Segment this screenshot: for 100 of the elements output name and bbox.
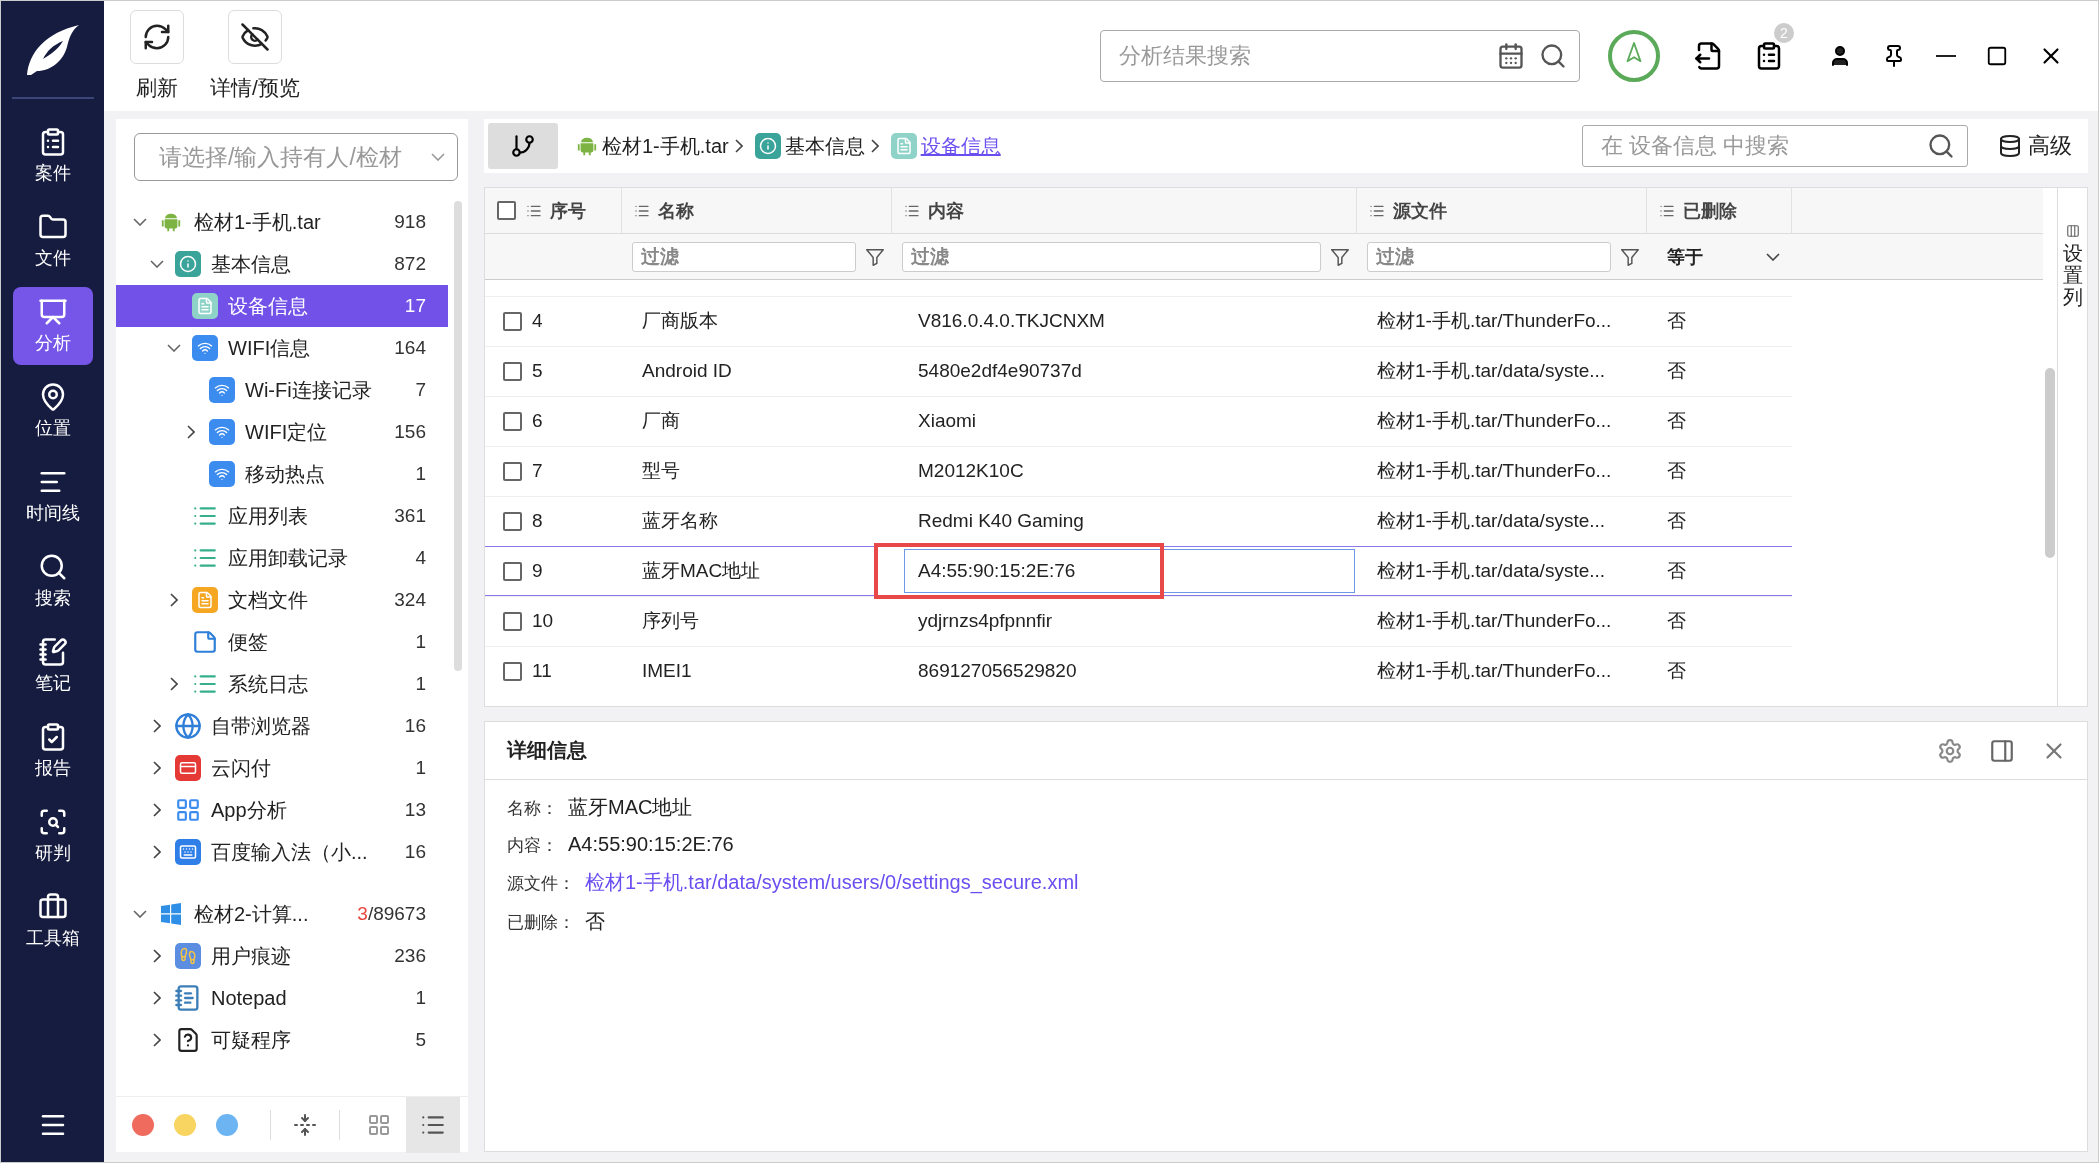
row-checkbox[interactable]: [503, 461, 522, 481]
tree-item[interactable]: WIFI定位 156: [116, 411, 448, 453]
tree-item[interactable]: 检材2-计算... 3/89673: [116, 893, 448, 935]
calendar-icon[interactable]: [1497, 42, 1525, 70]
advanced-search-button[interactable]: 高级: [1992, 130, 2078, 162]
chevron-down-icon[interactable]: [133, 910, 147, 918]
nav-item[interactable]: 研判: [12, 797, 93, 875]
scrollbar-thumb[interactable]: [2045, 368, 2055, 558]
chevron-down-icon[interactable]: [133, 218, 147, 226]
row-checkbox[interactable]: [503, 411, 522, 431]
chevron-right-icon[interactable]: [153, 991, 161, 1005]
owner-select[interactable]: 请选择/输入持有人/检材: [134, 133, 458, 181]
chevron-right-icon[interactable]: [153, 845, 161, 859]
column-header[interactable]: 序号: [550, 198, 586, 223]
table-row[interactable]: 11 IMEI1 869127056529820 检材1-手机.tar/ThunderFo... 否: [485, 646, 1792, 696]
chevron-right-icon[interactable]: [153, 1033, 161, 1047]
nav-item[interactable]: 笔记: [12, 627, 93, 705]
search-field[interactable]: 在 设备信息 中搜索: [1599, 132, 1927, 160]
search-bar[interactable]: 在 设备信息 中搜索: [1582, 125, 1968, 167]
nav-item[interactable]: 分析: [12, 287, 93, 365]
filter-select[interactable]: 等于: [1657, 241, 1786, 272]
filter-field[interactable]: 过滤: [902, 241, 1321, 272]
tree-item[interactable]: 云闪付 1: [116, 747, 448, 789]
nav-item[interactable]: 时间线: [12, 457, 93, 535]
table-row[interactable]: 6 厂商 Xiaomi 检材1-手机.tar/ThunderFo... 否: [485, 396, 1792, 446]
breadcrumb-link[interactable]: 检材1-手机.tar: [602, 132, 729, 160]
list-view-button[interactable]: [406, 1096, 460, 1153]
tree-item[interactable]: 自带浏览器 16: [116, 705, 448, 747]
nav-item[interactable]: 报告: [12, 712, 93, 790]
tree-item[interactable]: 移动热点 1: [116, 453, 448, 495]
table-row[interactable]: 8 蓝牙名称 Redmi K40 Gaming 检材1-手机.tar/data/syste... 否: [485, 496, 1792, 546]
nav-item[interactable]: 文件: [12, 202, 93, 280]
tree-item[interactable]: 应用列表 361: [116, 495, 448, 537]
table-row[interactable]: 4 厂商版本 V816.0.4.0.TKJCNXM 检材1-手机.tar/ThunderFo... 否: [485, 296, 1792, 346]
chevron-right-icon[interactable]: [187, 425, 195, 439]
status-button[interactable]: [1608, 30, 1660, 82]
nav-item[interactable]: 工具箱: [12, 882, 93, 960]
tree-item[interactable]: 便签 1: [116, 621, 448, 663]
filter-field[interactable]: 过滤: [632, 241, 856, 272]
row-checkbox[interactable]: [503, 661, 522, 681]
field-value: A4:55:90:15:2E:76: [568, 833, 734, 856]
scrollbar-thumb[interactable]: [454, 201, 462, 671]
table-row[interactable]: 5 Android ID 5480e2df4e90737d 检材1-手机.tar/data/syste... 否: [485, 346, 1792, 396]
nav-icon: [37, 297, 68, 327]
search-bar[interactable]: 分析结果搜索: [1100, 30, 1580, 82]
tree-item[interactable]: 应用卸载记录 4: [116, 537, 448, 579]
row-checkbox[interactable]: [503, 361, 522, 381]
tree-item[interactable]: 可疑程序 5: [116, 1019, 448, 1061]
collapse-icon[interactable]: [293, 1112, 317, 1137]
owner-input[interactable]: 请选择/输入持有人/检材: [157, 142, 431, 172]
tree-item[interactable]: 系统日志 1: [116, 663, 448, 705]
column-header[interactable]: 名称: [658, 198, 694, 223]
color-tag[interactable]: [174, 1113, 196, 1136]
refresh-button[interactable]: 刷新: [124, 6, 190, 106]
tree-item[interactable]: App分析 13: [116, 789, 448, 831]
tree-item[interactable]: Notepad 1: [116, 977, 448, 1019]
chevron-down-icon[interactable]: [150, 260, 164, 268]
table-row[interactable]: 10 序列号 ydjrnzs4pfpnnfir 检材1-手机.tar/ThunderFo... 否: [485, 596, 1792, 646]
chevron-right-icon[interactable]: [153, 803, 161, 817]
select-all-checkbox[interactable]: [497, 201, 516, 220]
tree-item[interactable]: 用户痕迹 236: [116, 935, 448, 977]
search-icon[interactable]: [1539, 42, 1567, 70]
color-tag[interactable]: [132, 1113, 154, 1136]
source-link[interactable]: 检材1-手机.tar/data/system/users/0/settings_secure.xml: [585, 869, 1079, 896]
preview-button[interactable]: 详情/预览: [204, 6, 306, 106]
column-header[interactable]: 内容: [928, 198, 964, 223]
tree-item[interactable]: 检材1-手机.tar 918: [116, 201, 448, 243]
breadcrumb-link[interactable]: 基本信息: [784, 132, 865, 160]
row-checkbox[interactable]: [503, 511, 522, 531]
filter-field[interactable]: 过滤: [1367, 241, 1611, 272]
breadcrumb-link[interactable]: 设备信息: [920, 132, 1001, 160]
cell-editor[interactable]: [904, 549, 1355, 593]
tree-item[interactable]: 设备信息 17: [116, 285, 448, 327]
row-checkbox[interactable]: [503, 561, 522, 581]
column-header[interactable]: 源文件: [1393, 198, 1447, 223]
tree-item[interactable]: 文档文件 324: [116, 579, 448, 621]
tree-item[interactable]: 基本信息 872: [116, 243, 448, 285]
panel-toggle-button[interactable]: [1989, 737, 2015, 764]
nav-item[interactable]: 搜索: [12, 542, 93, 620]
row-checkbox[interactable]: [503, 611, 522, 631]
tree-item[interactable]: WIFI信息 164: [116, 327, 448, 369]
row-checkbox[interactable]: [503, 311, 522, 331]
chevron-right-icon[interactable]: [153, 949, 161, 963]
search-field[interactable]: 分析结果搜索: [1117, 42, 1483, 70]
nav-item[interactable]: 位置: [12, 372, 93, 450]
table-row[interactable]: 7 型号 M2012K10C 检材1-手机.tar/ThunderFo... 否: [485, 446, 1792, 496]
settings-button[interactable]: [1937, 737, 1963, 764]
chevron-right-icon[interactable]: [170, 593, 178, 607]
search-icon[interactable]: [1927, 132, 1955, 160]
nav-item[interactable]: 案件: [12, 117, 93, 195]
chevron-right-icon[interactable]: [153, 719, 161, 733]
chevron-down-icon[interactable]: [167, 344, 181, 352]
tree-item[interactable]: 百度输入法（小... 16: [116, 831, 448, 873]
table-row[interactable]: 9 蓝牙MAC地址 A4:55:90:15:2E:76 检材1-手机.tar/data/syste... 否: [485, 546, 1792, 596]
column-header[interactable]: 已删除: [1683, 198, 1737, 223]
tree-item[interactable]: Wi-Fi连接记录 7: [116, 369, 448, 411]
color-tag[interactable]: [216, 1113, 238, 1136]
chevron-right-icon[interactable]: [170, 677, 178, 691]
chevron-right-icon[interactable]: [153, 761, 161, 775]
branch-button[interactable]: [488, 123, 558, 169]
